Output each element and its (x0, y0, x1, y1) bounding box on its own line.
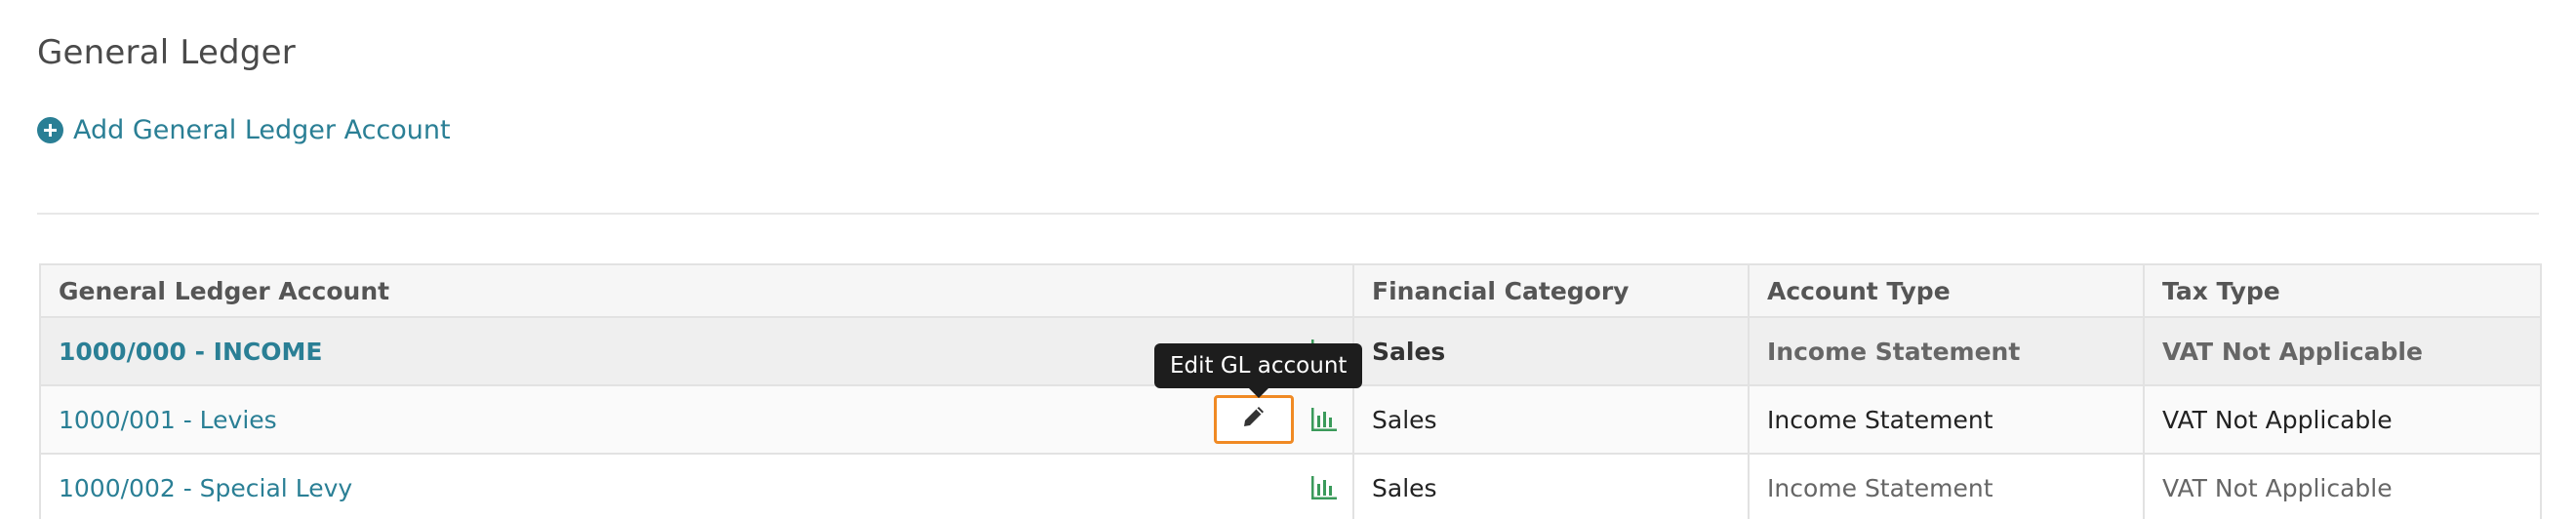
header-financial-category[interactable]: Financial Category (1352, 263, 1750, 318)
add-gl-account-label: Add General Ledger Account (73, 115, 451, 145)
bar-chart-icon[interactable] (1309, 406, 1339, 433)
account-cell: 1000/002 - Special Levy (39, 453, 1354, 519)
tax-type-cell: VAT Not Applicable (2143, 453, 2542, 519)
plus-circle-icon (37, 117, 63, 143)
table-row: 1000/002 - Special Levy Sales Income Sta… (39, 453, 2542, 519)
account-cell: 1000/001 - Levies (39, 384, 1354, 455)
category-cell: Sales (1352, 316, 1750, 386)
header-account-type[interactable]: Account Type (1748, 263, 2145, 318)
gl-accounts-table: General Ledger Account Financial Categor… (39, 263, 2542, 519)
tax-type-cell: VAT Not Applicable (2143, 384, 2542, 455)
account-type-cell: Income Statement (1748, 384, 2145, 455)
tax-type-cell: VAT Not Applicable (2143, 316, 2542, 386)
category-cell: Sales (1352, 384, 1750, 455)
header-tax-type[interactable]: Tax Type (2143, 263, 2542, 318)
table-row: 1000/001 - Levies Sales Income Statement… (39, 384, 2542, 455)
edit-tooltip: Edit GL account (1154, 343, 1363, 398)
pencil-icon (1241, 404, 1267, 435)
bar-chart-icon[interactable] (1309, 474, 1339, 501)
account-link[interactable]: 1000/002 - Special Levy (59, 474, 352, 502)
add-gl-account-link[interactable]: Add General Ledger Account (37, 115, 451, 145)
category-cell: Sales (1352, 453, 1750, 519)
account-type-cell: Income Statement (1748, 453, 2145, 519)
edit-gl-account-button[interactable] (1214, 395, 1294, 444)
account-link[interactable]: 1000/000 - INCOME (59, 338, 322, 366)
header-gl-account[interactable]: General Ledger Account (39, 263, 1354, 318)
account-link[interactable]: 1000/001 - Levies (59, 406, 277, 434)
page-title: General Ledger (37, 33, 296, 72)
table-header-row: General Ledger Account Financial Categor… (39, 263, 2542, 318)
divider (37, 213, 2539, 215)
account-type-cell: Income Statement (1748, 316, 2145, 386)
